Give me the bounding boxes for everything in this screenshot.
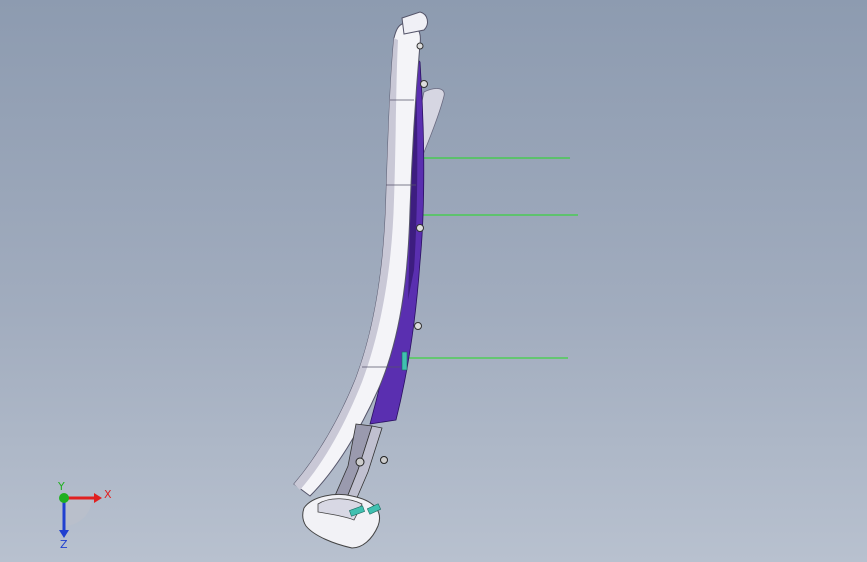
cyan-clip-mid bbox=[401, 351, 408, 371]
x-axis-label: X bbox=[104, 488, 112, 501]
axis-triad: X Y Z bbox=[57, 480, 112, 550]
y-axis-dot bbox=[59, 493, 69, 503]
triad-quadrant bbox=[64, 498, 92, 526]
x-axis-head bbox=[94, 493, 102, 503]
bolt-2 bbox=[420, 80, 428, 88]
z-axis-label: Z bbox=[60, 538, 68, 550]
bolt-1 bbox=[416, 42, 424, 50]
bolt-3 bbox=[416, 224, 424, 232]
z-axis-head bbox=[59, 530, 69, 538]
bolt-5 bbox=[355, 457, 365, 467]
bolt-6 bbox=[380, 456, 388, 464]
pillar-top-cap bbox=[401, 11, 428, 35]
bolt-4 bbox=[414, 322, 422, 330]
y-axis-label: Y bbox=[57, 480, 65, 493]
part-model[interactable] bbox=[0, 0, 867, 562]
cad-3d-viewport[interactable]: X Y Z bbox=[0, 0, 867, 562]
